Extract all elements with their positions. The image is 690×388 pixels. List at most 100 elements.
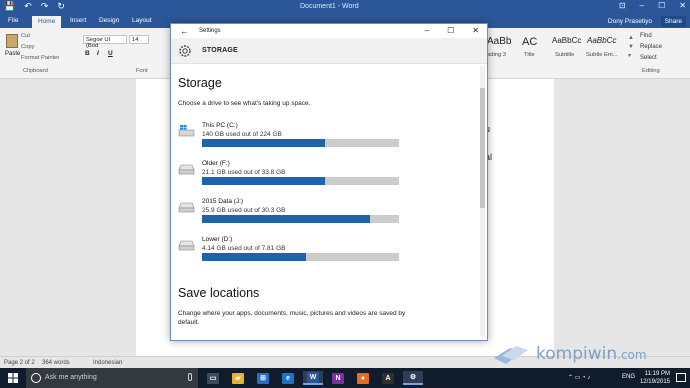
redo-icon[interactable]: ↷ bbox=[41, 1, 49, 12]
cortana-search-box[interactable]: Ask me anything bbox=[26, 368, 198, 388]
style-subtitle-name: Subtitle bbox=[555, 52, 575, 58]
tab-insert[interactable]: Insert bbox=[70, 17, 86, 24]
settings-title-bar: ← Settings – ☐ ✕ bbox=[171, 24, 487, 38]
taskbar-firefox-button[interactable]: ● bbox=[353, 371, 373, 385]
settings-minimize-button[interactable]: – bbox=[425, 26, 429, 35]
tab-layout[interactable]: Layout bbox=[132, 17, 152, 24]
drive-name: This PC (C:) bbox=[202, 122, 238, 129]
taskbar-store-button[interactable]: ⊞ bbox=[253, 371, 273, 385]
file-explorer-icon: ▰ bbox=[232, 372, 244, 384]
drive-item-f[interactable]: Older (F:) 21.1 GB used out of 33.8 GB bbox=[178, 160, 418, 190]
quick-access-toolbar: 💾 ↶ ↷ ↻ bbox=[4, 1, 65, 12]
drive-usage-fill bbox=[202, 177, 325, 185]
underline-button[interactable]: U bbox=[108, 50, 113, 57]
settings-window: ← Settings – ☐ ✕ STORAGE Storage Choose … bbox=[170, 23, 488, 341]
taskbar-onenote-button[interactable]: N bbox=[328, 371, 348, 385]
close-button[interactable]: ✕ bbox=[679, 1, 686, 10]
drive-usage: 140 GB used out of 224 GB bbox=[202, 131, 282, 138]
clock-date: 12/19/2015 bbox=[639, 379, 670, 385]
word-icon: W bbox=[307, 371, 319, 383]
tray-icons[interactable]: ⌃ ▭ ◔ ♪ bbox=[568, 374, 590, 381]
scrollbar-thumb[interactable] bbox=[480, 88, 485, 208]
windows-start-icon[interactable] bbox=[8, 373, 18, 383]
style-heading3-sample[interactable]: AaBb bbox=[487, 36, 511, 47]
drive-name: Older (F:) bbox=[202, 160, 230, 167]
user-name[interactable]: Dony Prasetiyo bbox=[608, 18, 652, 25]
back-arrow-icon[interactable]: ← bbox=[180, 26, 189, 36]
tab-file[interactable]: File bbox=[8, 17, 18, 24]
settings-maximize-button[interactable]: ☐ bbox=[447, 26, 454, 35]
page-count[interactable]: Page 2 of 2 bbox=[4, 360, 35, 366]
copy-button[interactable]: Copy bbox=[21, 44, 35, 50]
tab-design[interactable]: Design bbox=[99, 17, 119, 24]
watermark-text: kompiwin.com bbox=[536, 344, 647, 364]
drive-usage: 25.9 GB used out of 30.3 GB bbox=[202, 207, 286, 214]
paste-button[interactable]: Paste bbox=[5, 51, 20, 57]
font-group-label: Font bbox=[136, 68, 148, 74]
taskbar-app-button[interactable]: A bbox=[378, 371, 398, 385]
italic-button[interactable]: I bbox=[97, 50, 99, 57]
settings-window-title: Settings bbox=[199, 28, 221, 34]
drive-item-c[interactable]: This PC (C:) 140 GB used out of 224 GB bbox=[178, 122, 418, 152]
search-placeholder: Ask me anything bbox=[45, 374, 97, 381]
share-button[interactable]: Share bbox=[660, 16, 686, 27]
windows-drive-icon bbox=[178, 125, 195, 137]
drive-usage-bar bbox=[202, 177, 399, 185]
drive-usage-bar bbox=[202, 139, 399, 147]
settings-header: STORAGE bbox=[171, 38, 487, 64]
settings-scrollbar[interactable] bbox=[480, 66, 485, 336]
drive-name: 2015 Data (J:) bbox=[202, 198, 244, 205]
drive-icon bbox=[178, 202, 195, 213]
clock-time: 11:19 PM bbox=[644, 371, 670, 377]
taskbar-edge-button[interactable]: e bbox=[278, 371, 298, 385]
style-subtle-sample[interactable]: AaBbCc bbox=[587, 36, 616, 45]
ribbon-options-button[interactable]: ⊡ bbox=[619, 1, 626, 10]
microphone-icon[interactable] bbox=[188, 373, 192, 381]
clock[interactable]: 11:19 PM 12/19/2015 bbox=[640, 370, 670, 386]
taskbar-task-view-button[interactable]: ▭ bbox=[203, 371, 223, 385]
clipboard-group-label: Clipboard bbox=[23, 68, 48, 74]
watermark-logo-icon bbox=[494, 346, 528, 364]
drive-icon bbox=[178, 240, 195, 251]
undo-icon[interactable]: ↶ bbox=[24, 1, 32, 12]
word-count[interactable]: 364 words bbox=[42, 360, 70, 366]
minimize-button[interactable]: – bbox=[640, 1, 644, 10]
paste-icon[interactable] bbox=[6, 34, 18, 48]
drive-icon bbox=[178, 164, 195, 175]
tab-home[interactable]: Home bbox=[32, 16, 62, 28]
app-icon: A bbox=[382, 372, 394, 384]
font-name-box[interactable]: Segoe UI (Bod bbox=[83, 35, 127, 49]
taskbar: Ask me anything ▭ ▰ ⊞ e W N ● A ⚙ ⌃ ▭ ◔ ♪ ENG 11… bbox=[0, 368, 690, 388]
select-button[interactable]: Select bbox=[640, 55, 657, 61]
taskbar-word-button[interactable]: W bbox=[303, 371, 323, 385]
storage-subtitle: Choose a drive to see what's taking up s… bbox=[178, 100, 311, 107]
style-title-sample[interactable]: AC bbox=[522, 36, 537, 48]
find-button[interactable]: Find bbox=[640, 33, 652, 39]
taskbar-file-explorer-button[interactable]: ▰ bbox=[228, 371, 248, 385]
font-size-box[interactable]: 14 bbox=[129, 35, 149, 44]
style-heading3-name: ading 3 bbox=[487, 52, 507, 58]
watermark-brand: kompiwin bbox=[536, 344, 618, 364]
bold-button[interactable]: B bbox=[85, 50, 90, 57]
word-title-bar: 💾 ↶ ↷ ↻ Document1 - Word ⊡ – ☐ ✕ bbox=[0, 0, 690, 15]
drive-item-d[interactable]: Lower (D:) 4.14 GB used out of 7.81 GB bbox=[178, 236, 418, 266]
language-indicator[interactable]: Indonesian bbox=[93, 360, 122, 366]
styles-gallery-scroll[interactable]: ▲ ▼ ▾ bbox=[628, 34, 634, 61]
style-subtitle-sample[interactable]: AaBbCc bbox=[552, 36, 581, 45]
store-icon: ⊞ bbox=[257, 372, 269, 384]
notification-icon[interactable] bbox=[676, 373, 686, 382]
format-painter-button[interactable]: Format Painter bbox=[21, 55, 59, 61]
save-icon[interactable]: 💾 bbox=[4, 1, 15, 12]
cut-button[interactable]: Cut bbox=[21, 33, 30, 39]
repeat-icon[interactable]: ↻ bbox=[57, 1, 65, 12]
drive-usage-bar bbox=[202, 253, 399, 261]
edge-icon: e bbox=[282, 372, 294, 384]
replace-button[interactable]: Replace bbox=[640, 44, 662, 50]
settings-close-button[interactable]: ✕ bbox=[472, 26, 479, 35]
language-tray[interactable]: ENG bbox=[622, 374, 635, 380]
maximize-button[interactable]: ☐ bbox=[658, 1, 665, 10]
settings-icon: ⚙ bbox=[407, 371, 419, 383]
taskbar-settings-button[interactable]: ⚙ bbox=[403, 371, 423, 385]
drive-usage: 4.14 GB used out of 7.81 GB bbox=[202, 245, 286, 252]
drive-item-j[interactable]: 2015 Data (J:) 25.9 GB used out of 30.3 … bbox=[178, 198, 418, 228]
